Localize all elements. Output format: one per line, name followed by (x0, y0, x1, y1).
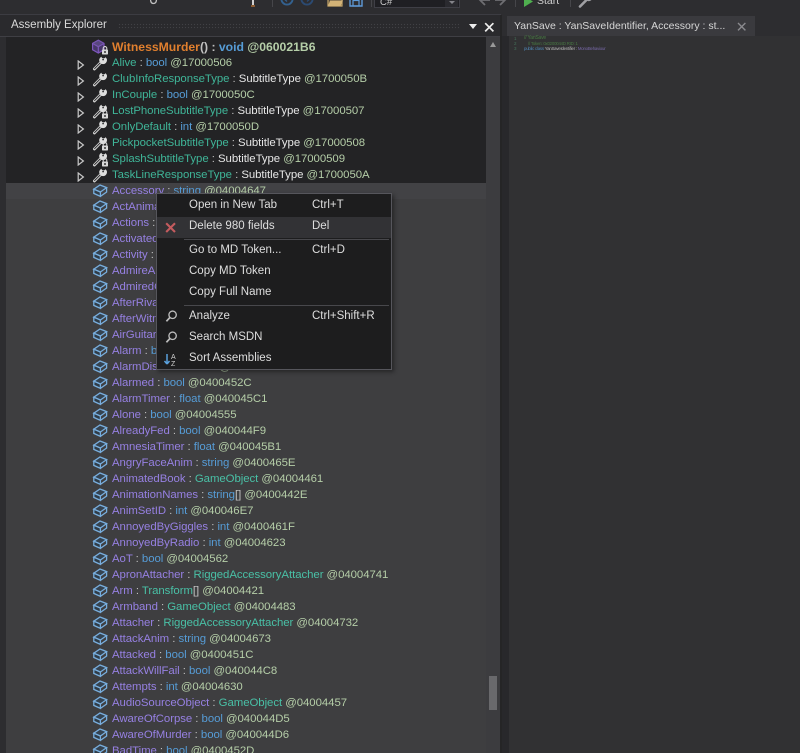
svg-text:Z: Z (171, 361, 176, 368)
svg-text:A: A (171, 354, 176, 361)
